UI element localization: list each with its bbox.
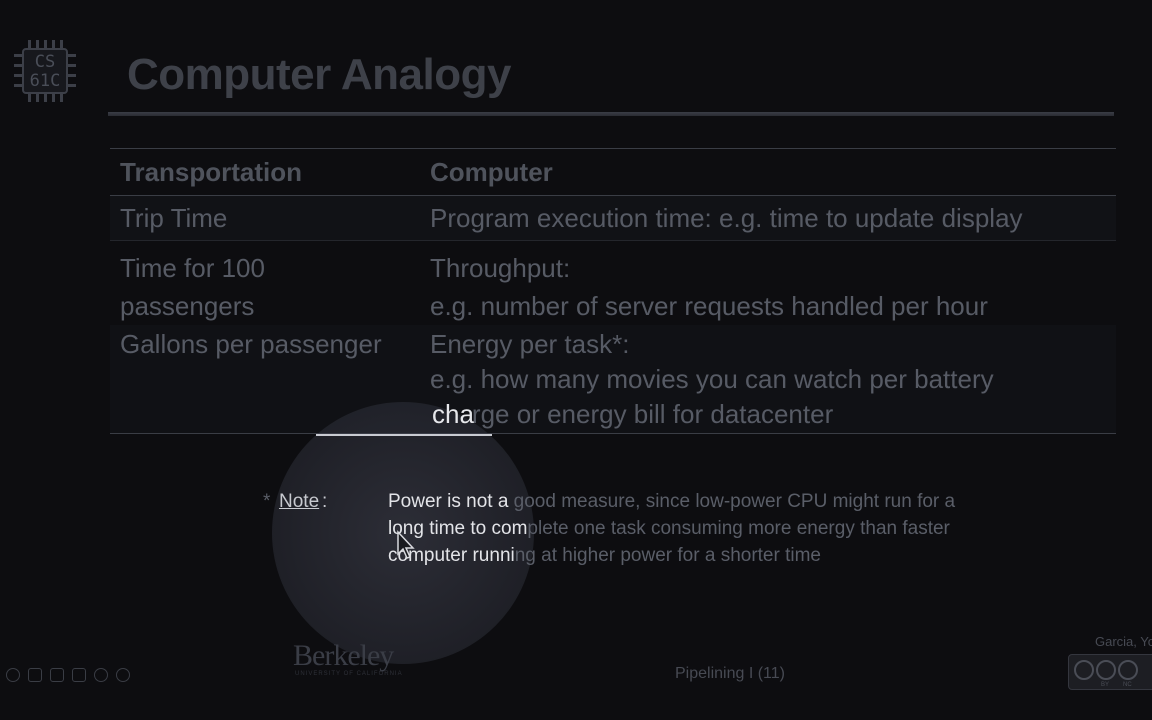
note-line-3: computer running at higher power for a s… [388, 545, 821, 567]
creative-commons-icon: BY NC [1068, 654, 1152, 690]
note-line-2: long time to complete one task consuming… [388, 518, 950, 540]
spotlight-table-rule [316, 434, 492, 436]
table-row: Gallons per passenger Energy per task*: … [110, 325, 1116, 434]
cell-line: passengers [120, 291, 255, 321]
spotlight-text-cha: cha [432, 399, 474, 429]
note-text-highlighted: Power is not a [388, 491, 514, 512]
cc-by-label: BY [1101, 682, 1110, 688]
nav-zoom-icon[interactable] [72, 668, 86, 682]
nav-slides-icon[interactable] [50, 668, 64, 682]
cell-execution-time: Program execution time: e.g. time to upd… [420, 195, 1116, 241]
berkeley-logo: Berkeley [293, 639, 394, 672]
analogy-table: Transportation Computer Trip Time Progra… [110, 148, 1116, 434]
cs61c-chip-logo-icon: CS 61C [14, 40, 76, 102]
note-line-1: Power is not a good measure, since low-p… [388, 491, 955, 513]
cell-line: Time for 100 [120, 253, 265, 283]
cell-throughput: Throughput: e.g. number of server reques… [420, 241, 1116, 326]
cell-line: e.g. how many movies you can watch per b… [430, 364, 994, 394]
chip-label-line1: CS [34, 52, 56, 72]
cc-by-icon [1096, 660, 1116, 680]
note-text: plete one task consuming more energy tha… [527, 518, 950, 539]
table-header-row: Transportation Computer [110, 148, 1116, 196]
chip-label: CS 61C [22, 48, 68, 94]
cell-energy: Energy per task*: e.g. how many movies y… [420, 325, 1116, 434]
berkeley-logo-subtitle: UNIVERSITY OF CALIFORNIA [295, 671, 403, 677]
cc-nc-label: NC [1123, 682, 1132, 688]
header-transportation: Transportation [110, 148, 420, 196]
cell-time-for-100: Time for 100 passengers [110, 241, 420, 326]
cell-trip-time: Trip Time [110, 195, 420, 241]
table-row: Trip Time Program execution time: e.g. t… [110, 195, 1116, 241]
cell-line: e.g. number of server requests handled p… [430, 291, 988, 321]
slide: CS 61C Computer Analogy Transportation C… [0, 0, 1152, 720]
cell-line: Throughput: [430, 253, 571, 283]
slide-footer-title: Pipelining I (11) [675, 665, 785, 682]
author-credit: Garcia, Yo [1095, 634, 1152, 649]
nav-pen-icon[interactable] [28, 668, 42, 682]
cursor-icon [397, 530, 415, 559]
title-divider [108, 112, 1114, 116]
cell-line-rest: rge or energy bill for datacenter [471, 399, 834, 429]
nav-options-icon[interactable] [94, 668, 108, 682]
note-colon: : [322, 491, 328, 512]
header-computer: Computer [420, 148, 1116, 196]
note-text: good measure, since low-power CPU might … [513, 491, 956, 512]
note-text: ng at higher power for a shorter time [514, 545, 821, 566]
cell-line: Energy per task*: [430, 329, 630, 359]
cc-nc-icon [1118, 660, 1138, 680]
chip-label-line2: 61C [29, 71, 61, 91]
nav-previous-icon[interactable] [6, 668, 20, 682]
table-row: Time for 100 passengers Throughput: e.g.… [110, 241, 1116, 326]
nav-next-icon[interactable] [116, 668, 130, 682]
cc-circle-icon [1074, 660, 1094, 680]
note-asterisk: * [263, 491, 271, 512]
cell-line: charge or energy bill for datacenter [430, 397, 1106, 432]
note-label: Note [279, 491, 320, 512]
slide-title: Computer Analogy [127, 50, 511, 99]
